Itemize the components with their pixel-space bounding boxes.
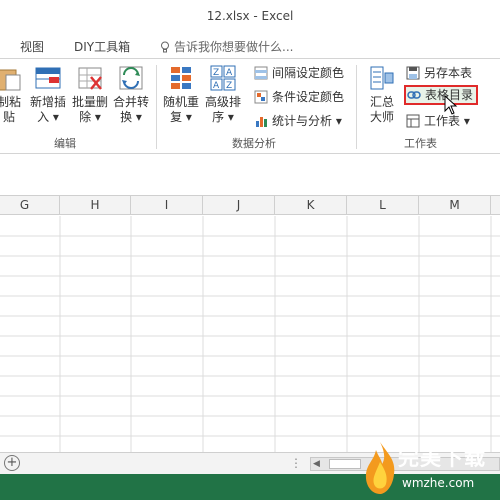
link-icon bbox=[407, 91, 421, 99]
insert-new-label-1: 新增插 bbox=[29, 95, 66, 109]
summary-master-label-2: 大师 bbox=[369, 110, 394, 124]
merge-convert-label-1: 合并转 bbox=[112, 95, 149, 109]
tell-me-search[interactable]: 告诉我你想要做什么... bbox=[160, 38, 293, 55]
paste-label-1: 制粘 bbox=[0, 95, 21, 109]
column-header[interactable]: H bbox=[60, 196, 131, 215]
random-blocks-icon bbox=[171, 67, 191, 89]
stats-chart-icon bbox=[256, 117, 267, 127]
column-header[interactable]: J bbox=[203, 196, 275, 215]
batch-delete-button[interactable]: 批量删 除 ▾ bbox=[70, 65, 110, 135]
worksheet-icon bbox=[406, 114, 420, 128]
save-this-sheet-label: 另存本表 bbox=[424, 66, 473, 80]
svg-text:Z: Z bbox=[213, 68, 219, 78]
conditional-color-button[interactable]: 条件设定颜色 bbox=[254, 87, 344, 107]
summary-master-label-1: 汇总 bbox=[369, 95, 394, 109]
group-label-worksheet: 工作表 bbox=[404, 137, 437, 150]
window-title: 12.xlsx - Excel bbox=[206, 9, 294, 23]
conditional-color-icon bbox=[254, 90, 268, 104]
worksheet-menu-label: 工作表 ▾ bbox=[424, 114, 470, 128]
interval-color-icon bbox=[254, 66, 268, 80]
ribbon-tabs: 视图 DIY工具箱 告诉我你想要做什么... bbox=[0, 34, 500, 58]
advanced-sort-label-2: 序 ▾ bbox=[212, 110, 234, 124]
stats-analysis-label: 统计与分析 ▾ bbox=[272, 114, 342, 128]
group-label-edit: 编辑 bbox=[54, 137, 76, 150]
watermark-logo: 完美下载 wmzhe.com bbox=[352, 436, 500, 500]
title-bar: 12.xlsx - Excel bbox=[0, 0, 500, 34]
delete-table-icon bbox=[78, 67, 102, 90]
random-repeat-label-2: 复 ▾ bbox=[170, 110, 192, 124]
flame-logo-icon bbox=[365, 442, 395, 494]
column-header[interactable]: L bbox=[347, 196, 419, 215]
insert-new-button[interactable]: 新增插 入 ▾ bbox=[28, 65, 68, 135]
watermark-url: wmzhe.com bbox=[402, 476, 475, 490]
group-label-data-analysis: 数据分析 bbox=[232, 137, 276, 150]
ribbon: 制粘 贴 新增插 入 ▾ 批量删 除 ▾ 合并转 换 ▾ 随机重 复 ▾ Z A… bbox=[0, 58, 500, 154]
paste-label-2: 贴 bbox=[2, 110, 15, 124]
column-header[interactable]: K bbox=[275, 196, 347, 215]
advanced-sort-button[interactable]: Z A A Z 高级排 序 ▾ bbox=[202, 65, 244, 135]
random-repeat-button[interactable]: 随机重 复 ▾ bbox=[160, 65, 202, 135]
tab-split-handle[interactable]: ⋮ bbox=[290, 456, 302, 470]
watermark-text: 完美下载 bbox=[398, 446, 486, 470]
stats-analysis-button[interactable]: 统计与分析 ▾ bbox=[254, 111, 342, 131]
advanced-sort-label-1: 高级排 bbox=[204, 95, 241, 109]
mouse-cursor-icon bbox=[444, 95, 458, 115]
batch-delete-label-2: 除 ▾ bbox=[79, 110, 101, 124]
column-header[interactable]: I bbox=[131, 196, 203, 215]
scroll-left-icon[interactable]: ◀ bbox=[313, 459, 320, 469]
add-sheet-button[interactable]: + bbox=[4, 455, 20, 471]
group-separator bbox=[156, 65, 157, 149]
column-header-row: G H I J K L M bbox=[0, 195, 500, 215]
cell-grid[interactable] bbox=[0, 216, 500, 452]
merge-convert-label-2: 换 ▾ bbox=[120, 110, 142, 124]
batch-delete-label-1: 批量删 bbox=[71, 95, 108, 109]
column-header[interactable]: M bbox=[419, 196, 491, 215]
svg-text:A: A bbox=[226, 68, 233, 78]
save-this-sheet-button[interactable]: 另存本表 bbox=[406, 63, 472, 83]
conditional-color-label: 条件设定颜色 bbox=[272, 90, 345, 104]
merge-convert-icon bbox=[119, 66, 143, 90]
sort-az-icon: Z A A Z bbox=[210, 65, 236, 91]
save-sheet-icon bbox=[406, 66, 420, 80]
summary-icon bbox=[370, 66, 394, 90]
clipboard-icon bbox=[0, 69, 21, 91]
insert-new-label-2: 入 ▾ bbox=[37, 110, 59, 124]
worksheet-menu-button[interactable]: 工作表 ▾ bbox=[406, 111, 470, 131]
insert-table-icon bbox=[35, 67, 61, 89]
interval-color-button[interactable]: 间隔设定颜色 bbox=[254, 63, 344, 83]
tab-view[interactable]: 视图 bbox=[20, 38, 44, 55]
tell-me-placeholder: 告诉我你想要做什么... bbox=[174, 40, 294, 54]
table-directory-button[interactable]: 表格目录 bbox=[404, 85, 479, 105]
merge-convert-button[interactable]: 合并转 换 ▾ bbox=[110, 65, 152, 135]
paste-button[interactable]: 制粘 贴 bbox=[0, 65, 24, 135]
column-header[interactable]: G bbox=[0, 196, 60, 215]
random-repeat-label-1: 随机重 bbox=[162, 95, 199, 109]
worksheet-grid[interactable]: G H I J K L M bbox=[0, 155, 500, 452]
group-separator bbox=[356, 65, 357, 149]
svg-text:A: A bbox=[213, 81, 220, 91]
summary-master-button[interactable]: 汇总 大师 bbox=[364, 65, 400, 135]
svg-text:Z: Z bbox=[226, 81, 232, 91]
tab-diy-toolbox[interactable]: DIY工具箱 bbox=[74, 38, 130, 55]
lightbulb-icon bbox=[161, 41, 169, 53]
interval-color-label: 间隔设定颜色 bbox=[272, 66, 345, 80]
